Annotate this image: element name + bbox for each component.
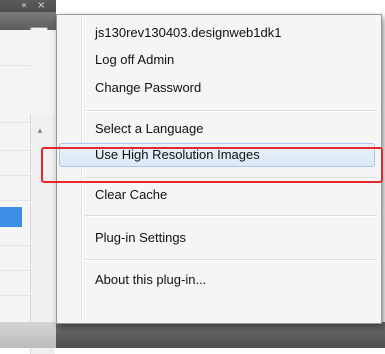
panel-footer: [0, 322, 56, 348]
menu-item-label: About this plug-in...: [95, 272, 207, 287]
menu-separator: [85, 259, 377, 261]
menu-item-clear-cache[interactable]: Clear Cache: [59, 183, 377, 207]
menu-separator: [85, 215, 377, 217]
menu-item-about-plugin[interactable]: About this plug-in...: [59, 268, 377, 292]
menu-item-label: js130rev130403.designweb1dk1: [95, 25, 282, 40]
menu-item-label: Select a Language: [95, 121, 204, 136]
panel-row-divider: [0, 175, 30, 176]
panel-close-icon[interactable]: ×: [37, 1, 45, 11]
panel-row-divider: [0, 245, 30, 246]
menu-item-plugin-settings[interactable]: Plug-in Settings: [59, 226, 377, 250]
menu-item-log-off[interactable]: Log off Admin: [59, 48, 377, 72]
panel-row-divider: [0, 65, 30, 66]
panel-scrollbar[interactable]: [30, 114, 55, 354]
menu-item-label: Change Password: [95, 80, 202, 95]
context-menu: js130rev130403.designweb1dk1 Log off Adm…: [56, 14, 382, 324]
menu-separator: [85, 177, 377, 179]
scroll-up-icon[interactable]: ▲: [36, 126, 44, 135]
panel-selected-row[interactable]: [0, 207, 22, 227]
menu-item-label: Log off Admin: [95, 52, 175, 67]
panel-body: ▲: [0, 30, 57, 354]
bottom-toolbar: [0, 322, 385, 348]
menu-separator: [85, 110, 377, 112]
panel-row-divider: [0, 150, 30, 151]
panel-row-divider: [0, 295, 30, 296]
panel-row-divider: [0, 122, 30, 123]
panel-collapse-icon[interactable]: «: [21, 1, 27, 11]
panel-row-divider: [0, 270, 30, 271]
menu-item-label: Clear Cache: [95, 187, 168, 202]
menu-item-label: Use High Resolution Images: [95, 147, 260, 162]
menu-item-server[interactable]: js130rev130403.designweb1dk1: [59, 21, 377, 45]
panel-row-divider: [0, 200, 30, 201]
menu-item-high-res-images[interactable]: Use High Resolution Images: [59, 143, 375, 167]
menu-item-label: Plug-in Settings: [95, 230, 187, 245]
menu-item-select-language[interactable]: Select a Language: [59, 117, 377, 141]
menu-item-change-password[interactable]: Change Password: [59, 76, 377, 100]
